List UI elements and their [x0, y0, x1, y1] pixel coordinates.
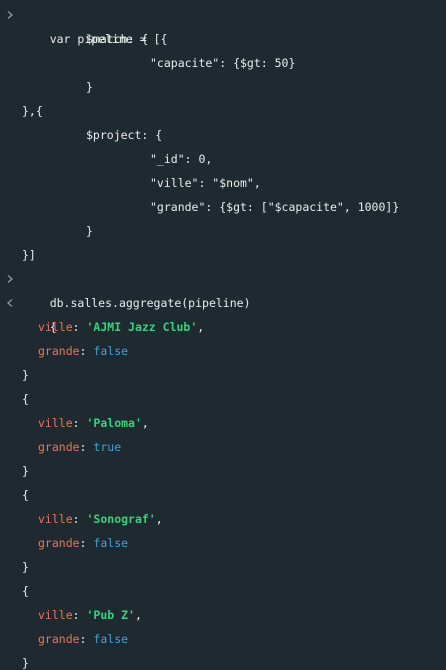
field-key: grande — [38, 440, 80, 454]
comma: , — [155, 512, 163, 526]
field-key: ville — [38, 512, 73, 526]
input-line: $project: { — [0, 123, 446, 147]
colon: : — [72, 416, 80, 430]
field-value-boolean: true — [93, 440, 122, 454]
code-line: } — [86, 224, 93, 238]
output-close-brace: } — [0, 363, 446, 387]
chevron-left-icon — [7, 291, 17, 315]
field-value-boolean: false — [93, 344, 129, 358]
input-line: }] — [0, 243, 446, 267]
colon: : — [79, 632, 87, 646]
code-line: "grande": {$gt: ["$capacite", 1000]} — [150, 200, 400, 214]
field-value-string: 'Paloma' — [86, 416, 142, 430]
field-key: grande — [38, 536, 80, 550]
brace: } — [22, 368, 29, 382]
output-open-brace: { — [0, 579, 446, 603]
input-line: },{ — [0, 99, 446, 123]
field-key: grande — [38, 344, 80, 358]
output-open-brace: { — [0, 291, 446, 334]
colon: : — [72, 512, 80, 526]
output-close-brace: } — [0, 459, 446, 483]
output-close-brace: } — [0, 555, 446, 579]
colon: : — [79, 344, 87, 358]
output-open-brace: { — [0, 387, 446, 411]
output-field-ville: ville: 'AJMI Jazz Club', — [0, 315, 446, 339]
input-line: "_id": 0, — [0, 147, 446, 171]
output-field-grande: grande: false — [0, 339, 446, 363]
field-value-boolean: false — [93, 632, 129, 646]
brace: } — [22, 464, 29, 478]
code-line: $project: { — [86, 128, 163, 142]
code-line: } — [86, 80, 93, 94]
input-line: } — [0, 219, 446, 243]
code-line: },{ — [22, 104, 43, 118]
chevron-right-icon — [7, 267, 17, 291]
shell-console: var pipeline = [{ $match: { "capacite": … — [0, 0, 446, 670]
field-key: ville — [38, 320, 73, 334]
code-line: }] — [22, 248, 36, 262]
output-field-ville: ville: 'Pub Z', — [0, 603, 446, 627]
command-line: db.salles.aggregate(pipeline) — [0, 267, 446, 310]
brace: } — [22, 656, 29, 670]
output-open-brace: { — [0, 483, 446, 507]
input-line: var pipeline = [{ — [0, 3, 446, 46]
output-field-ville: ville: 'Paloma', — [0, 411, 446, 435]
output-field-grande: grande: true — [0, 435, 446, 459]
input-line: "ville": "$nom", — [0, 171, 446, 195]
chevron-right-icon — [7, 3, 17, 27]
output-field-ville: ville: 'Sonograf', — [0, 507, 446, 531]
colon: : — [79, 440, 87, 454]
code-line: "_id": 0, — [150, 152, 213, 166]
comma: , — [141, 416, 149, 430]
field-key: grande — [38, 632, 80, 646]
brace: { — [22, 584, 29, 598]
code-line: "capacite": {$gt: 50} — [150, 56, 296, 70]
input-line: "capacite": {$gt: 50} — [0, 51, 446, 75]
code-line: "ville": "$nom", — [150, 176, 261, 190]
output-field-grande: grande: false — [0, 531, 446, 555]
comma: , — [134, 608, 142, 622]
input-line: $match: { — [0, 27, 446, 51]
colon: : — [72, 320, 80, 334]
input-line: } — [0, 75, 446, 99]
field-key: ville — [38, 608, 73, 622]
code-line: $match: { — [86, 32, 149, 46]
output-close-brace: } — [0, 651, 446, 670]
field-value-boolean: false — [93, 536, 129, 550]
input-line: "grande": {$gt: ["$capacite", 1000]} — [0, 195, 446, 219]
brace: { — [22, 392, 29, 406]
field-key: ville — [38, 416, 73, 430]
output-field-grande: grande: false — [0, 627, 446, 651]
comma: , — [197, 320, 205, 334]
field-value-string: 'Sonograf' — [86, 512, 156, 526]
field-value-string: 'AJMI Jazz Club' — [86, 320, 198, 334]
field-value-string: 'Pub Z' — [86, 608, 135, 622]
brace: { — [22, 488, 29, 502]
colon: : — [79, 536, 87, 550]
colon: : — [72, 608, 80, 622]
brace: } — [22, 560, 29, 574]
